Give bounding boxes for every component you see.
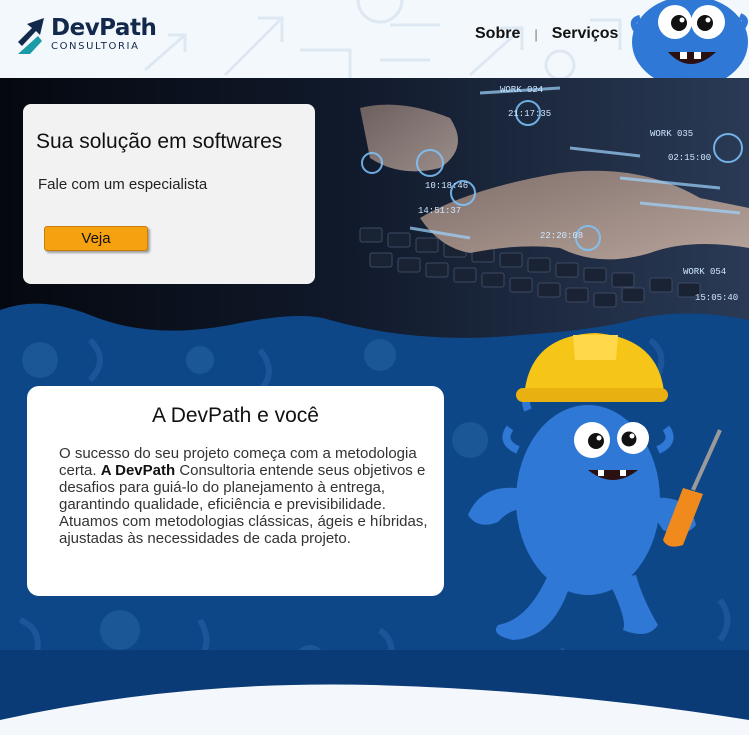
logo-arrow-icon xyxy=(18,18,44,54)
mascot-head-image xyxy=(630,0,748,78)
hero-bg-label: 22:20:08 xyxy=(540,231,583,241)
hero-bg-label: WORK 054 xyxy=(683,267,726,277)
logo-name: DevPath xyxy=(51,15,157,41)
hero-card: Sua solução em softwares Fale com um esp… xyxy=(23,104,315,284)
about-title: A DevPath e você xyxy=(152,404,319,427)
nav-separator: | xyxy=(534,26,538,42)
main-nav: Sobre | Serviços xyxy=(475,25,618,43)
about-section: A DevPath e você O sucesso do seu projet… xyxy=(0,300,749,735)
about-card: A DevPath e você O sucesso do seu projet… xyxy=(27,386,444,596)
mascot-builder-image xyxy=(468,333,722,640)
logo[interactable]: DevPath CONSULTORIA xyxy=(16,14,157,54)
hero-bg-label: 10:18:46 xyxy=(425,181,468,191)
site-header: DevPath CONSULTORIA Sobre | Serviços xyxy=(0,0,749,78)
nav-link-servicos[interactable]: Serviços xyxy=(552,25,619,43)
logo-subtitle: CONSULTORIA xyxy=(51,41,140,52)
hero-subtitle: Fale com um especialista xyxy=(38,176,208,193)
nav-link-sobre[interactable]: Sobre xyxy=(475,25,520,43)
hero-bg-label: 14:51:37 xyxy=(418,206,461,216)
hero-bg-label: 02:15:00 xyxy=(668,153,711,163)
veja-button[interactable]: Veja xyxy=(44,226,148,251)
about-text: O sucesso do seu projeto começa com a me… xyxy=(59,445,429,547)
hero-title: Sua solução em softwares xyxy=(36,130,283,153)
hero-bg-label: WORK 024 xyxy=(500,85,543,95)
hero-bg-label: 21:17:35 xyxy=(508,109,551,119)
hero-bg-label: WORK 035 xyxy=(650,129,693,139)
about-text-brand: A DevPath xyxy=(100,462,176,479)
hero-section: WORK 024 WORK 035 WORK 054 21:17:35 02:1… xyxy=(0,78,749,338)
